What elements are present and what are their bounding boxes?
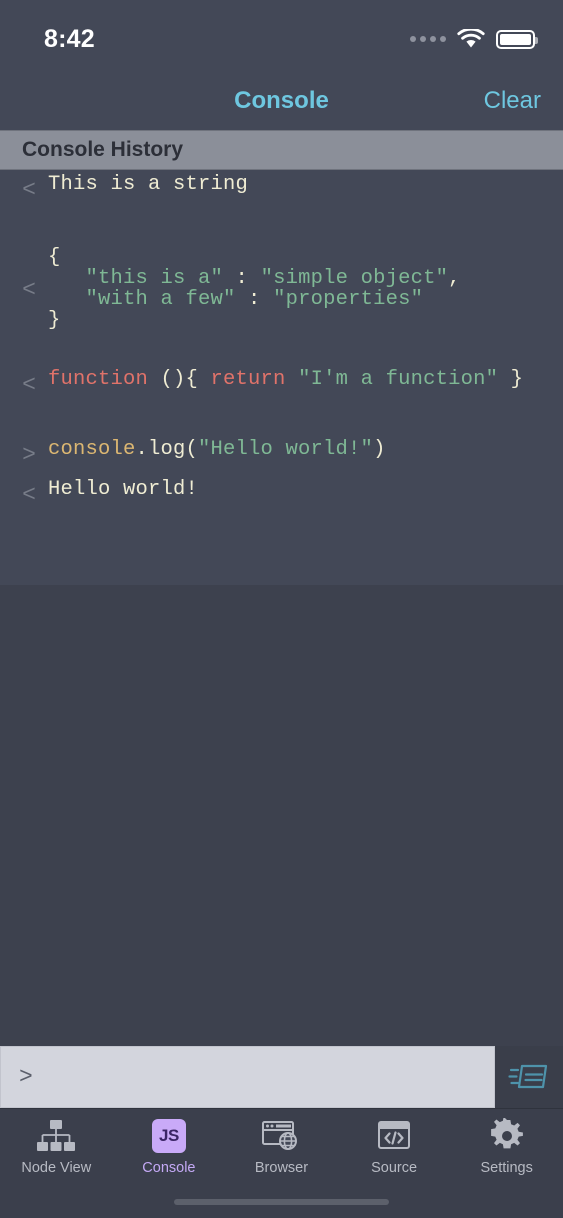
log-entry-text: This is a string <box>48 173 249 196</box>
status-bar-time: 8:42 <box>44 24 95 53</box>
status-bar: 8:42 <box>0 0 563 72</box>
console-input-bar: > <box>0 1046 563 1108</box>
console-input[interactable]: > <box>0 1046 495 1108</box>
js-badge-icon: JS <box>151 1117 186 1155</box>
send-message-icon <box>508 1064 548 1089</box>
console-empty-area <box>0 585 563 1046</box>
tab-source[interactable]: Source <box>338 1117 451 1176</box>
code-tags-icon <box>376 1117 412 1155</box>
home-indicator-area <box>0 1186 563 1218</box>
input-prompt-icon: > <box>19 1064 33 1090</box>
nav-bar: Console Clear <box>0 72 563 130</box>
browser-globe-icon <box>261 1117 301 1155</box>
home-indicator-bar[interactable] <box>174 1199 389 1205</box>
tab-label: Browser <box>254 1160 309 1176</box>
wifi-icon <box>457 29 485 48</box>
log-entry-object[interactable]: < { "this is a" : "simple object", "with… <box>0 239 563 339</box>
console-history-header: Console History <box>0 130 563 170</box>
console-log-list[interactable]: < This is a string < { "this is a" : "si… <box>0 170 563 585</box>
tab-browser[interactable]: Browser <box>225 1117 338 1176</box>
log-entry-command[interactable]: > console.log("Hello world!") <box>0 439 563 479</box>
status-bar-indicators <box>410 29 538 49</box>
output-marker-icon: < <box>22 482 36 508</box>
output-marker-icon: < <box>22 177 36 203</box>
cellular-dots-icon <box>410 36 446 42</box>
page-title: Console <box>234 87 329 114</box>
console-history-label: Console History <box>22 138 184 161</box>
log-entry-text: function (){ return "I'm a function" } <box>48 368 524 391</box>
tab-label: Console <box>142 1160 196 1176</box>
log-entry-text: { "this is a" : "simple object", "with a… <box>48 246 461 332</box>
log-entry-result[interactable]: < Hello world! <box>0 479 563 519</box>
output-marker-icon: < <box>22 277 36 303</box>
gear-icon <box>488 1117 526 1155</box>
node-tree-icon <box>34 1117 78 1155</box>
output-marker-icon: < <box>22 372 36 398</box>
log-entry-text: Hello world! <box>48 478 199 501</box>
tab-node-view[interactable]: Node View <box>0 1117 113 1176</box>
tab-bar: Node View JS Console Browser Source Sett… <box>0 1108 563 1186</box>
tab-console[interactable]: JS Console <box>113 1117 226 1176</box>
input-marker-icon: > <box>22 442 36 468</box>
battery-full-icon <box>496 29 538 49</box>
tab-settings[interactable]: Settings <box>450 1117 563 1176</box>
log-entry-function[interactable]: < function (){ return "I'm a function" } <box>0 369 563 409</box>
tab-label: Source <box>371 1160 418 1176</box>
log-entry-text: console.log("Hello world!") <box>48 438 386 461</box>
app-window: 8:42 Console Clear Console History < Thi… <box>0 0 563 1218</box>
clear-button[interactable]: Clear <box>484 87 541 115</box>
tab-label: Node View <box>21 1160 92 1176</box>
tab-label: Settings <box>480 1160 533 1176</box>
log-entry-string[interactable]: < This is a string <box>0 174 563 214</box>
send-button[interactable] <box>495 1046 563 1108</box>
